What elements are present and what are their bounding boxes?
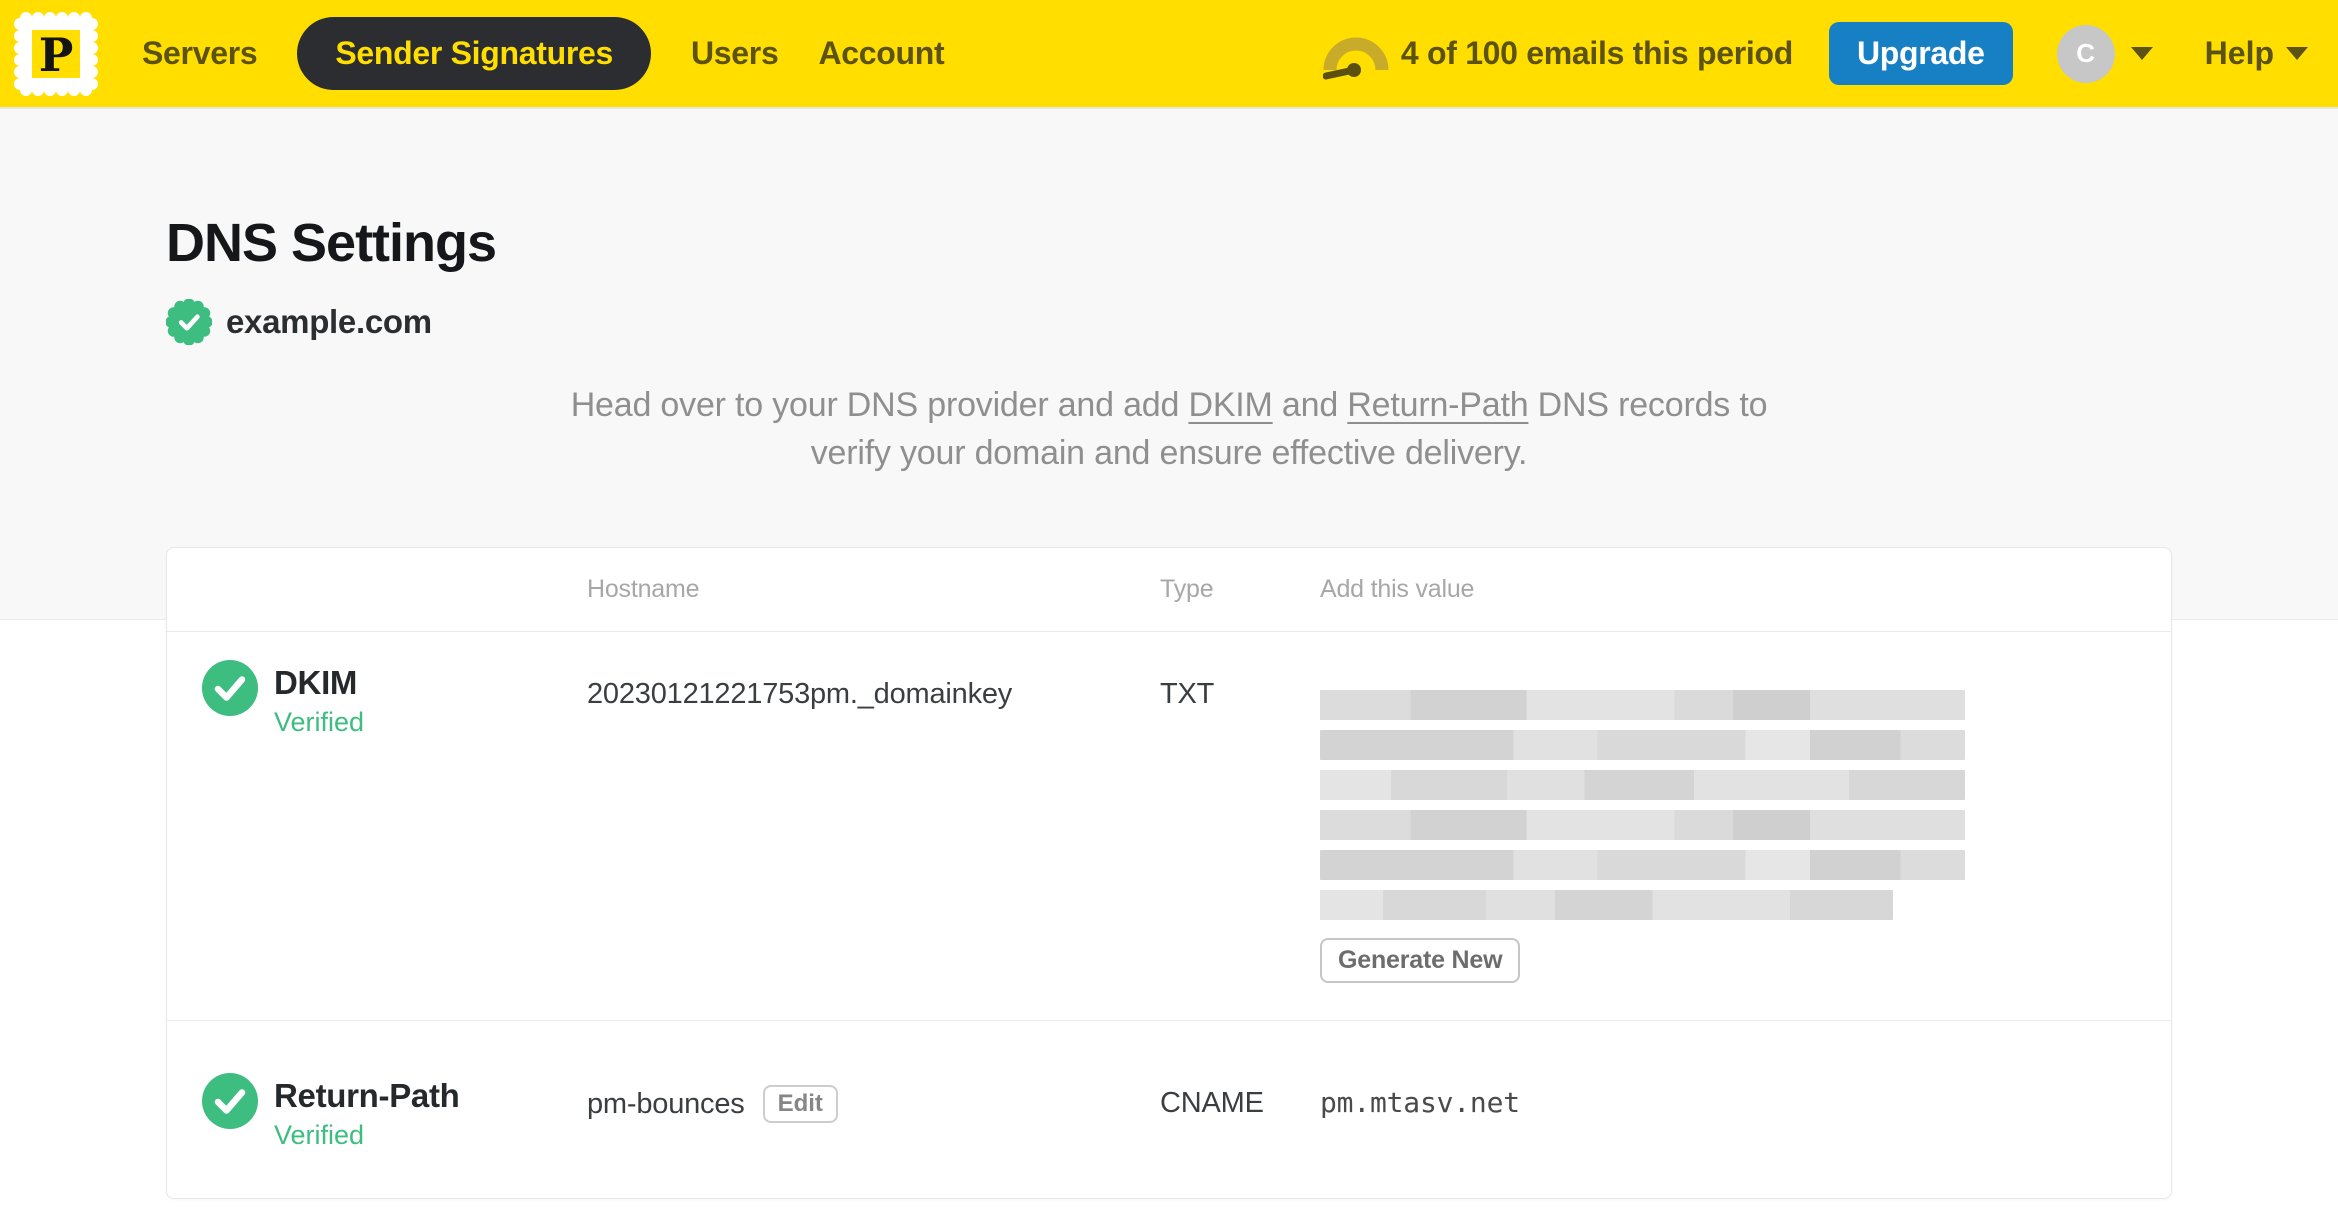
nav-item-users[interactable]: Users [691, 35, 779, 72]
record-cell: DKIM Verified [202, 660, 587, 742]
chevron-down-icon [2286, 47, 2308, 60]
upgrade-button[interactable]: Upgrade [1828, 22, 2013, 85]
page-title: DNS Settings [166, 213, 497, 273]
redacted-value-line [1320, 770, 1965, 800]
check-circle-icon [202, 660, 258, 716]
type-cell: TXT [1160, 678, 1215, 710]
logo-letter: P [39, 28, 74, 82]
value-cell: Generate New [1320, 690, 2171, 983]
account-menu-button[interactable]: C [2056, 24, 2153, 83]
table-row-dkim: DKIM Verified 20230121221753pm._domainke… [167, 632, 2171, 1020]
redacted-value-line [1320, 730, 1965, 760]
edit-button[interactable]: Edit [762, 1085, 838, 1123]
table-row-return-path: Return-Path Verified pm-bounces Edit CNA… [167, 1020, 2171, 1198]
dkim-link[interactable]: DKIM [1188, 386, 1272, 424]
redacted-value-line [1320, 890, 1893, 920]
type-cell: CNAME [1160, 1087, 1264, 1119]
redacted-value-line [1320, 690, 1965, 720]
usage-gauge-icon [1322, 28, 1389, 80]
redacted-value [1320, 690, 2171, 920]
value-cell: pm.mtasv.net [1320, 1086, 1520, 1119]
status-badge: Verified [274, 1120, 365, 1150]
record-name: Return-Path [274, 1077, 460, 1114]
top-navbar: P Servers Sender Signatures Users Accoun… [0, 0, 2338, 107]
instructions-middle: and [1272, 386, 1348, 424]
return-path-link[interactable]: Return-Path [1347, 386, 1528, 424]
postmark-logo-icon[interactable]: P [12, 10, 100, 98]
dns-records-card: Hostname Type Add this value DKIM Verifi… [166, 547, 2172, 1199]
instructions-line2: verify your domain and ensure effective … [810, 434, 1528, 472]
instructions-tail: DNS records to [1528, 386, 1768, 424]
hostname-cell: pm-bounces Edit [587, 1085, 1160, 1123]
chevron-down-icon [2130, 47, 2153, 60]
verified-seal-icon [165, 298, 213, 346]
header-add-this-value: Add this value [1320, 575, 1475, 603]
navbar-right: 4 of 100 emails this period Upgrade C He… [1322, 22, 2308, 85]
usage-counter: 4 of 100 emails this period [1400, 35, 1793, 71]
nav-item-account[interactable]: Account [818, 35, 944, 72]
domain-row: example.com [165, 298, 2172, 346]
header-hostname: Hostname [587, 575, 700, 603]
domain-name: example.com [226, 303, 432, 340]
help-label: Help [2204, 35, 2274, 71]
generate-new-button[interactable]: Generate New [1320, 938, 1521, 983]
primary-nav: Servers Sender Signatures Users Account [142, 17, 945, 90]
status-badge: Verified [274, 707, 365, 737]
help-menu-button[interactable]: Help [2205, 35, 2308, 72]
redacted-value-line [1320, 850, 1965, 880]
hostname-cell: 20230121221753pm._domainkey [587, 678, 1013, 710]
nav-item-sender-signatures[interactable]: Sender Signatures [297, 17, 651, 90]
instructions-lead: Head over to your DNS provider and add [570, 386, 1189, 424]
header-type: Type [1160, 575, 1214, 603]
record-cell: Return-Path Verified [202, 1073, 587, 1155]
check-circle-icon [202, 1073, 258, 1129]
hostname-value: pm-bounces [587, 1088, 745, 1120]
main-content: DNS Settings example.com Head over to yo… [0, 211, 2338, 1199]
record-name: DKIM [274, 664, 358, 701]
nav-item-servers[interactable]: Servers [142, 35, 258, 72]
instructions-text: Head over to your DNS provider and add D… [499, 381, 1839, 477]
avatar: C [2056, 24, 2115, 83]
table-header-row: Hostname Type Add this value [167, 548, 2171, 632]
redacted-value-line [1320, 810, 1965, 840]
